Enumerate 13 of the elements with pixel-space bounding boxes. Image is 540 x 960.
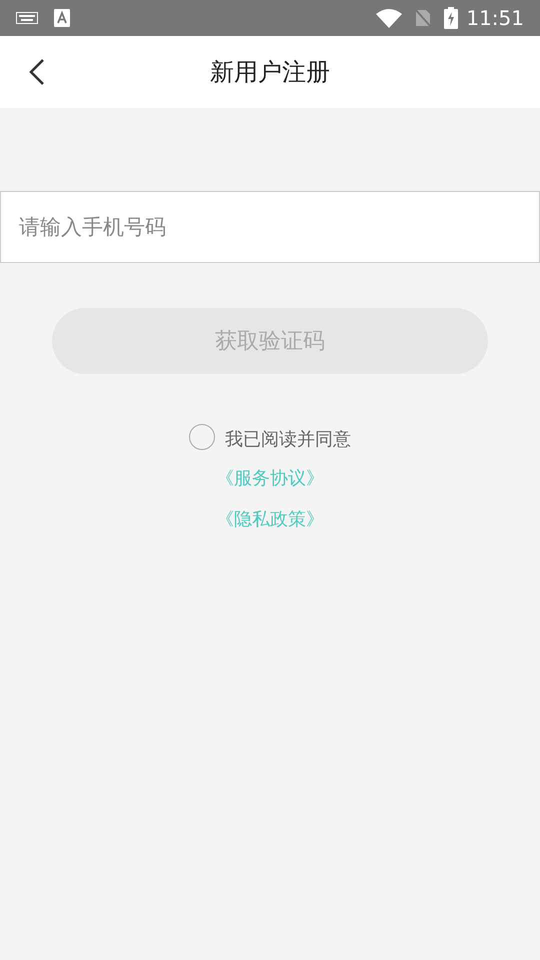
no-sim-icon: [414, 8, 432, 28]
keyboard-icon: [16, 12, 38, 24]
agree-checkbox[interactable]: [189, 424, 215, 450]
agreement-text: 我已阅读并同意: [225, 428, 351, 452]
page-title: 新用户注册: [210, 57, 330, 88]
phone-input-field[interactable]: 请输入手机号码: [0, 191, 540, 263]
font-icon: [54, 9, 70, 27]
agreement-link[interactable]: 《隐私政策》: [216, 506, 324, 533]
agreement-link[interactable]: 《服务协议》: [216, 465, 324, 492]
back-icon: [29, 58, 45, 86]
wifi-icon: [376, 8, 402, 28]
battery-charging-icon: [444, 7, 458, 29]
status-time: 11:51: [466, 5, 524, 32]
